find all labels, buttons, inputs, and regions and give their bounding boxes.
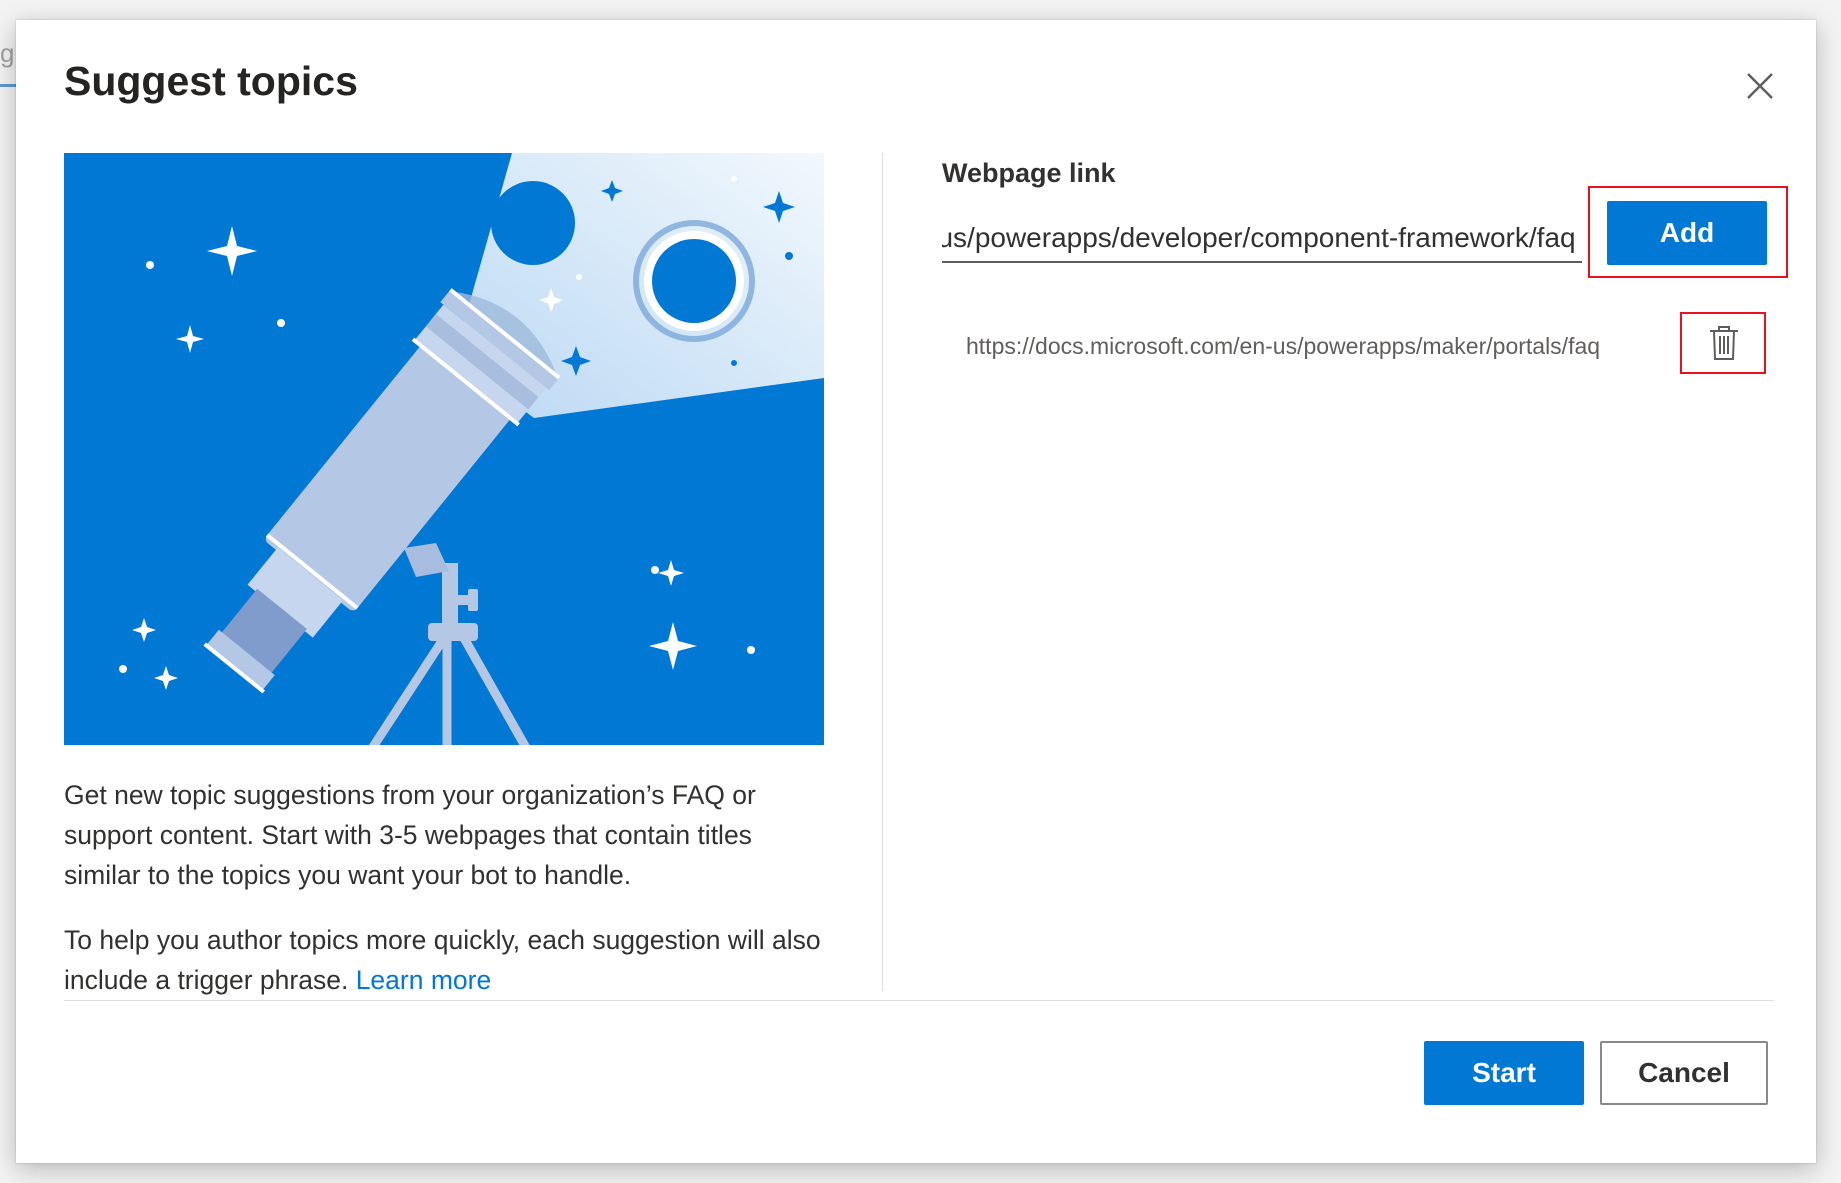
planet-shape [652, 239, 736, 323]
add-button[interactable]: Add [1607, 201, 1767, 265]
background-text-fragment: g [0, 38, 15, 68]
background-underline [0, 84, 16, 87]
moon-shape [491, 181, 575, 265]
suggest-topics-dialog: Suggest topics Get new topic suggestions… [16, 20, 1816, 1163]
description-paragraph: Get new topic suggestions from your orga… [64, 780, 756, 890]
vertical-divider [882, 153, 883, 991]
description-paragraph-2: To help you author topics more quickly, … [64, 920, 824, 1000]
dialog-title: Suggest topics [64, 58, 358, 104]
close-icon [1747, 73, 1773, 99]
delete-link-button[interactable] [1706, 323, 1742, 363]
webpage-link-input[interactable] [942, 215, 1582, 263]
learn-more-link[interactable]: Learn more [356, 965, 492, 995]
footer-divider [64, 1000, 1774, 1001]
telescope-illustration-svg [64, 153, 824, 745]
telescope-illustration [64, 153, 824, 745]
cancel-button[interactable]: Cancel [1600, 1041, 1768, 1105]
added-link-url: https://docs.microsoft.com/en-us/powerap… [966, 333, 1601, 359]
start-button[interactable]: Start [1424, 1041, 1584, 1105]
close-button[interactable] [1738, 64, 1782, 108]
trash-icon [1710, 326, 1738, 360]
webpage-link-label: Webpage link [942, 158, 1116, 188]
